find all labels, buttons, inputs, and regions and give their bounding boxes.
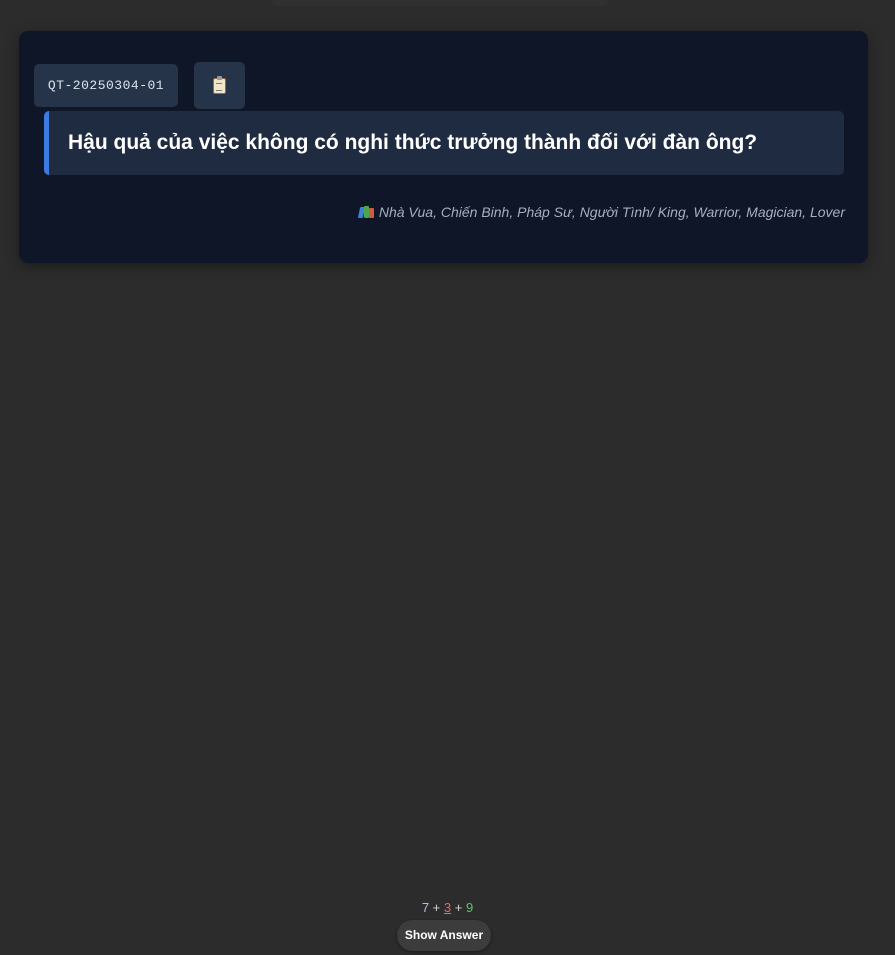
flashcard: QT-20250304-01 Hậu quả của việc không có… [19, 31, 868, 263]
due-counts: 7 + 3 + 9 [0, 899, 895, 917]
clipboard-icon [213, 75, 226, 94]
count-separator: + [451, 900, 466, 915]
review-count: 9 [465, 900, 474, 915]
show-answer-button[interactable]: Show Answer [397, 920, 491, 951]
source-text: Nhà Vua, Chiến Binh, Pháp Sư, Người Tình… [378, 204, 845, 220]
books-icon [357, 206, 374, 218]
copy-button[interactable] [194, 62, 245, 109]
question-text: Hậu quả của việc không có nghi thức trưở… [68, 131, 758, 154]
source-line: Nhà Vua, Chiến Binh, Pháp Sư, Người Tình… [357, 202, 845, 222]
question-box: Hậu quả của việc không có nghi thức trưở… [44, 111, 844, 175]
top-strip [272, 0, 608, 6]
count-separator: + [429, 900, 444, 915]
card-id-badge: QT-20250304-01 [34, 64, 178, 107]
new-count: 7 [421, 900, 430, 915]
